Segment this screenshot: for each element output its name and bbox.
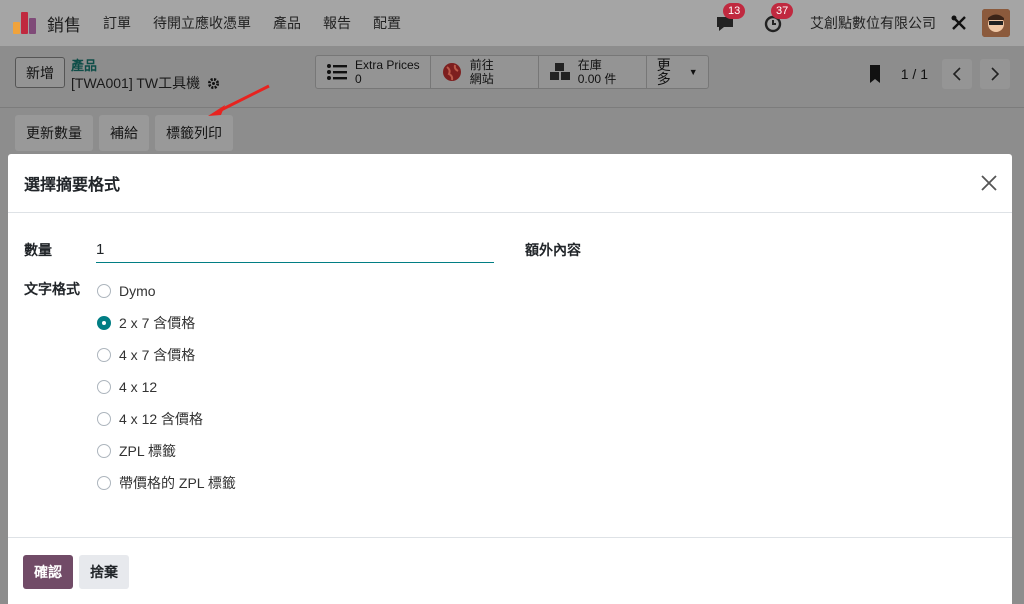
pager-value[interactable]: 1 / 1 [901,66,928,82]
messages-button[interactable]: 13 [714,3,746,34]
dialog-footer: 確認 捨棄 [8,537,1012,604]
company-switcher[interactable]: 艾創點數位有限公司 [810,13,936,33]
pager: 1 / 1 [867,59,1010,89]
menu-item-orders[interactable]: 訂單 [103,13,131,33]
activities-button[interactable]: 37 [762,3,794,34]
new-button[interactable]: 新增 [15,57,65,88]
radio-button-selected[interactable] [97,316,111,330]
radio-button[interactable] [97,380,111,394]
dialog-title: 選擇摘要格式 [24,177,121,194]
menu-item-configuration[interactable]: 配置 [373,13,401,33]
dialog-header: 選擇摘要格式 [8,154,1012,213]
more-label: 更多 [656,57,671,87]
activities-count-badge: 37 [771,3,794,19]
control-panel: 新增 產品 [TWA001] TW工具機 Extra Prices 0 前往 網站 … [0,46,1024,108]
pager-previous-button[interactable] [942,59,972,89]
format-label: 文字格式 [24,281,80,297]
menu-item-reporting[interactable]: 報告 [323,13,351,33]
extra-content-label: 額外內容 [525,242,581,258]
go-to-website-button[interactable]: 前往 網站 [431,56,539,88]
format-option-4x7-price[interactable]: 4 x 7 含價格 [97,339,236,371]
form-action-buttons: 更新數量 補給 標籤列印 [15,115,233,151]
chevron-right-icon [991,67,1000,81]
smart-buttons: Extra Prices 0 前往 網站 在庫 0.00 件 更多 ▼ [315,55,709,89]
go-to-website-line2: 網站 [469,72,494,86]
radio-button[interactable] [97,348,111,362]
update-quantity-button[interactable]: 更新數量 [15,115,93,151]
boxes-icon [549,63,570,80]
print-format-dialog: 選擇摘要格式 數量 額外內容 文字格式 Dymo 2 x 7 含價格 4 x 7… [8,154,1012,604]
format-option-4x12[interactable]: 4 x 12 [97,371,236,403]
radio-button[interactable] [97,476,111,490]
quantity-input[interactable] [96,236,494,263]
confirm-button[interactable]: 確認 [23,555,73,589]
top-navbar: 銷售 訂單 待開立應收憑單 產品 報告 配置 13 37 艾創點數位有限公司 [0,0,1024,46]
menu-item-to-invoice[interactable]: 待開立應收憑單 [153,13,251,33]
pager-next-button[interactable] [980,59,1010,89]
format-option-label: 4 x 7 含價格 [119,347,196,363]
bookmark-icon[interactable] [867,64,883,84]
format-option-zpl-price[interactable]: 帶價格的 ZPL 標籤 [97,467,236,499]
print-labels-button[interactable]: 標籤列印 [155,115,233,151]
on-hand-value: 0.00 件 [577,72,617,86]
close-icon[interactable] [980,174,998,192]
on-hand-button[interactable]: 在庫 0.00 件 [539,56,647,88]
record-title: [TWA001] TW工具機 [71,75,201,91]
globe-icon [442,63,461,81]
more-dropdown[interactable]: 更多 ▼ [647,56,708,88]
main-menu: 訂單 待開立應收憑單 產品 報告 配置 [103,13,423,33]
format-option-2x7-price[interactable]: 2 x 7 含價格 [97,307,236,339]
discard-button[interactable]: 捨棄 [79,555,129,589]
go-to-website-line1: 前往 [469,58,494,72]
format-option-label: 2 x 7 含價格 [119,315,196,331]
list-icon [327,64,347,80]
format-option-zpl[interactable]: ZPL 標籤 [97,435,236,467]
extra-prices-label: Extra Prices [355,58,420,72]
radio-button[interactable] [97,444,111,458]
debug-tools-icon[interactable] [950,14,968,32]
on-hand-label: 在庫 [577,58,602,72]
format-radio-group: Dymo 2 x 7 含價格 4 x 7 含價格 4 x 12 4 x 12 含… [97,275,236,499]
chevron-left-icon [952,67,961,81]
format-option-label: ZPL 標籤 [119,443,177,459]
quantity-label: 數量 [24,242,52,258]
app-name[interactable]: 銷售 [47,11,81,36]
user-avatar[interactable] [982,9,1010,37]
sales-app-icon[interactable] [13,12,37,34]
format-option-label: Dymo [119,283,156,299]
extra-prices-button[interactable]: Extra Prices 0 [316,56,431,88]
radio-button[interactable] [97,412,111,426]
radio-button[interactable] [97,284,111,298]
caret-down-icon: ▼ [688,67,698,77]
messages-count-badge: 13 [723,3,746,19]
format-option-label: 帶價格的 ZPL 標籤 [119,475,236,491]
extra-prices-value: 0 [355,72,362,86]
format-option-dymo[interactable]: Dymo [97,275,236,307]
annotation-arrow [208,84,270,116]
replenish-button[interactable]: 補給 [99,115,149,151]
navbar-systray: 13 37 艾創點數位有限公司 [714,0,1010,46]
menu-item-products[interactable]: 產品 [273,13,301,33]
format-option-label: 4 x 12 [119,379,158,395]
record-title-row: [TWA001] TW工具機 [71,73,220,93]
breadcrumb[interactable]: 產品 [71,55,97,74]
format-option-4x12-price[interactable]: 4 x 12 含價格 [97,403,236,435]
format-option-label: 4 x 12 含價格 [119,411,204,427]
